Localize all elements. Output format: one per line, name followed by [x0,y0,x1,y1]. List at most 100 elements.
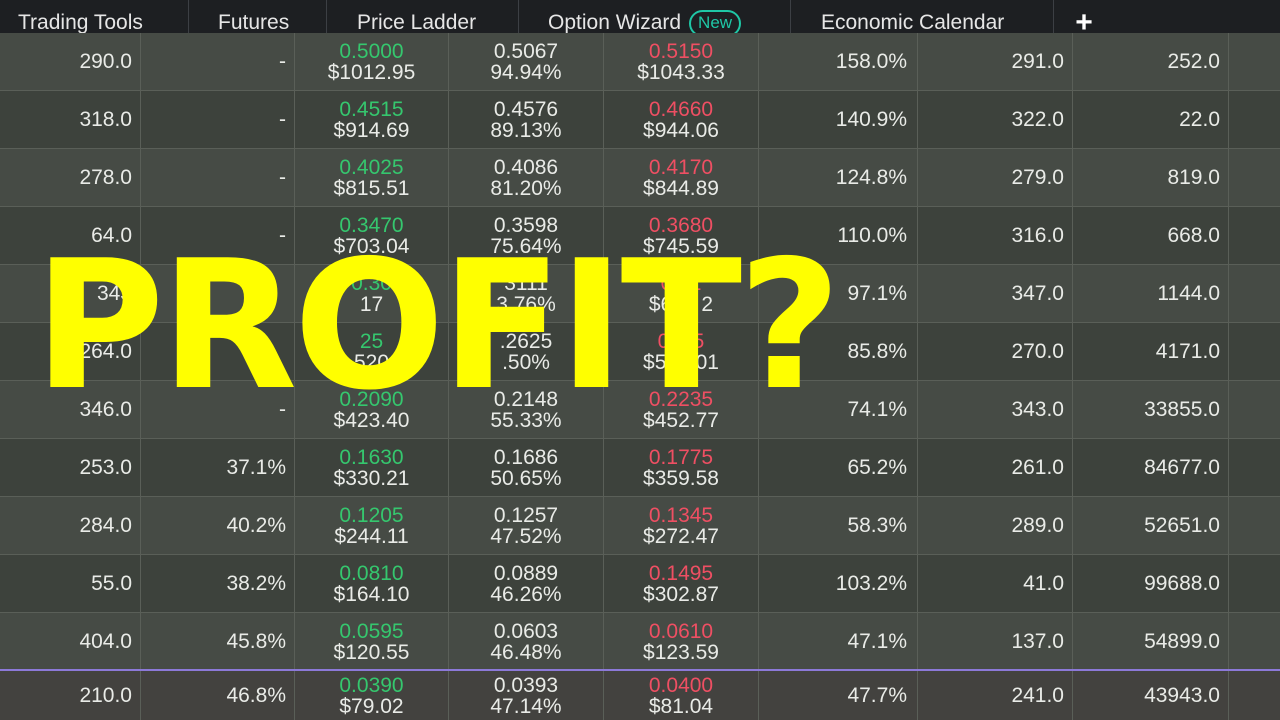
bid-cell[interactable]: 0.0810 $164.10 [295,555,449,612]
mid-cell[interactable]: 3111 3.76% [449,265,604,322]
bid-cell[interactable]: 0.4515 $914.69 [295,91,449,148]
bid-cell[interactable]: 0.30 17 [295,265,449,322]
bid-cell[interactable]: 0.0595 $120.55 [295,613,449,670]
volume-cell: 261.0 [918,439,1073,496]
bid-cell[interactable]: 0.4025 $815.51 [295,149,449,206]
percent-cell: 103.2% [759,555,918,612]
percent-cell: 47.1% [759,613,918,670]
mid-cell[interactable]: 0.0393 47.14% [449,671,604,720]
spacer-cell [1229,439,1280,496]
table-row[interactable]: 55.0 38.2% 0.0810 $164.10 0.0889 46.26% 0.1495… [0,555,1280,613]
spacer-cell [1229,33,1280,90]
mid-cell[interactable]: 0.1686 50.65% [449,439,604,496]
mid-cell-price: .2625 [499,329,553,353]
ask-cell-value: $272.47 [643,524,719,548]
strike-cell: 346.0 [0,381,141,438]
percent-cell: 140.9% [759,91,918,148]
table-row[interactable]: 290.0-0.5000 $1012.95 0.5067 94.94% 0.5150 $1… [0,33,1280,91]
ask-cell[interactable]: 0.4660 $944.06 [604,91,759,148]
mid-cell[interactable]: 0.1257 47.52% [449,497,604,554]
bid-cell[interactable]: 0.1630 $330.21 [295,439,449,496]
mid-cell-price: 0.0889 [493,561,559,585]
ask-cell[interactable]: 0.4170 $844.89 [604,149,759,206]
mid-cell[interactable]: 0.0889 46.26% [449,555,604,612]
strike-cell: 55.0 [0,555,141,612]
table-row[interactable]: 318.0-0.4515 $914.69 0.4576 89.13% 0.4660 $94… [0,91,1280,149]
strike-cell: 210.0 [0,671,141,720]
table-row[interactable]: 284.0 40.2% 0.1205 $244.11 0.1257 47.52% 0.134… [0,497,1280,555]
open-interest-cell: 84677.0 [1073,439,1229,496]
ask-cell[interactable]: 0.1775 $359.58 [604,439,759,496]
ask-cell[interactable]: 0.31 $647 2 [604,265,759,322]
bid-cell-price: 0.5000 [339,39,404,63]
table-row[interactable]: 278.0-0.4025 $815.51 0.4086 81.20% 0.4170 $84… [0,149,1280,207]
ask-cell[interactable]: 0.0400 $81.04 [604,671,759,720]
bid-cell[interactable]: 0.5000 $1012.95 [295,33,449,90]
bid-cell[interactable]: 0.1205 $244.11 [295,497,449,554]
ask-cell-value: $359.58 [643,466,719,490]
open-interest-cell: 1144.0 [1073,265,1229,322]
strike-cell: 343 [0,265,141,322]
bid-cell-price: 0.4515 [339,97,404,121]
open-interest-cell: 22.0 [1073,91,1229,148]
bid-cell-value: $815.51 [333,176,410,200]
table-row[interactable]: 264.0 25 520.2625.50% 0. 15 $550.01 85.8% 270.… [0,323,1280,381]
ask-cell[interactable]: 0.0610 $123.59 [604,613,759,670]
mid-cell[interactable]: 0.0603 46.48% [449,613,604,670]
open-interest-cell: 668.0 [1073,207,1229,264]
bid-cell-value: 520 [353,350,390,374]
bid-cell-value: $1012.95 [327,60,416,84]
table-row[interactable]: 404.0 45.8% 0.0595 $120.55 0.0603 46.48% 0.061… [0,613,1280,671]
table-row[interactable]: 346.0-0.2090 $423.40 0.2148 55.33% 0.2235 $45… [0,381,1280,439]
strike-cell: 284.0 [0,497,141,554]
volume-cell: 347.0 [918,265,1073,322]
iv-cell [141,265,295,322]
ask-cell-value: $944.06 [643,118,719,142]
volume-cell: 343.0 [918,381,1073,438]
mid-cell[interactable]: 0.5067 94.94% [449,33,604,90]
percent-cell: 74.1% [759,381,918,438]
table-row[interactable]: 343 0.30 17 3111 3.76% 0.31 $647 2 97.1% 347.0 11… [0,265,1280,323]
bid-cell[interactable]: 0.2090 $423.40 [295,381,449,438]
ask-cell[interactable]: 0.5150 $1043.33 [604,33,759,90]
mid-cell-price: 0.5067 [493,39,559,63]
bid-cell[interactable]: 0.0390 $79.02 [295,671,449,720]
table-row[interactable]: 253.0 37.1% 0.1630 $330.21 0.1686 50.65% 0.177… [0,439,1280,497]
mid-cell-value: 94.94% [490,60,562,84]
bid-cell-price: 0.4025 [339,155,404,179]
mid-cell[interactable]: 0.4086 81.20% [449,149,604,206]
mid-cell-value: 46.48% [490,640,562,664]
mid-cell-price: 0.2148 [493,387,559,411]
spacer-cell [1229,497,1280,554]
spacer-cell [1229,613,1280,670]
mid-cell[interactable]: .2625.50% [449,323,604,380]
mid-cell-price: 0.3598 [493,213,559,237]
ask-cell-value: $302.87 [643,582,719,606]
ask-cell[interactable]: 0.1345 $272.47 [604,497,759,554]
ask-cell-value: $1043.33 [637,60,725,84]
ask-cell[interactable]: 0. 15 $550.01 [604,323,759,380]
mid-cell[interactable]: 0.3598 75.64% [449,207,604,264]
ask-cell-price: 0. 15 [657,329,705,353]
mid-cell-value: 55.33% [490,408,562,432]
mid-cell[interactable]: 0.4576 89.13% [449,91,604,148]
table-row[interactable]: 210.0 46.8% 0.0390 $79.02 0.0393 47.14% 0.0400… [0,669,1280,720]
ask-cell-value: $452.77 [643,408,719,432]
spacer-cell [1229,323,1280,380]
table-row[interactable]: 64.0-0.3470 $703.04 0.3598 75.64% 0.3680 $745… [0,207,1280,265]
volume-cell: 279.0 [918,149,1073,206]
mid-cell-price: 0.0603 [493,619,559,643]
spacer-cell [1229,207,1280,264]
bid-cell[interactable]: 25 520 [295,323,449,380]
mid-cell-value: 50.65% [490,466,562,490]
ask-cell-price: 0.1345 [648,503,714,527]
mid-cell[interactable]: 0.2148 55.33% [449,381,604,438]
iv-cell: - [141,33,295,90]
mid-cell-value: 81.20% [490,176,562,200]
bid-cell-value: $703.04 [333,234,410,258]
bid-cell[interactable]: 0.3470 $703.04 [295,207,449,264]
bid-cell-value: 17 [359,292,384,316]
ask-cell[interactable]: 0.2235 $452.77 [604,381,759,438]
ask-cell[interactable]: 0.3680 $745.59 [604,207,759,264]
ask-cell[interactable]: 0.1495 $302.87 [604,555,759,612]
